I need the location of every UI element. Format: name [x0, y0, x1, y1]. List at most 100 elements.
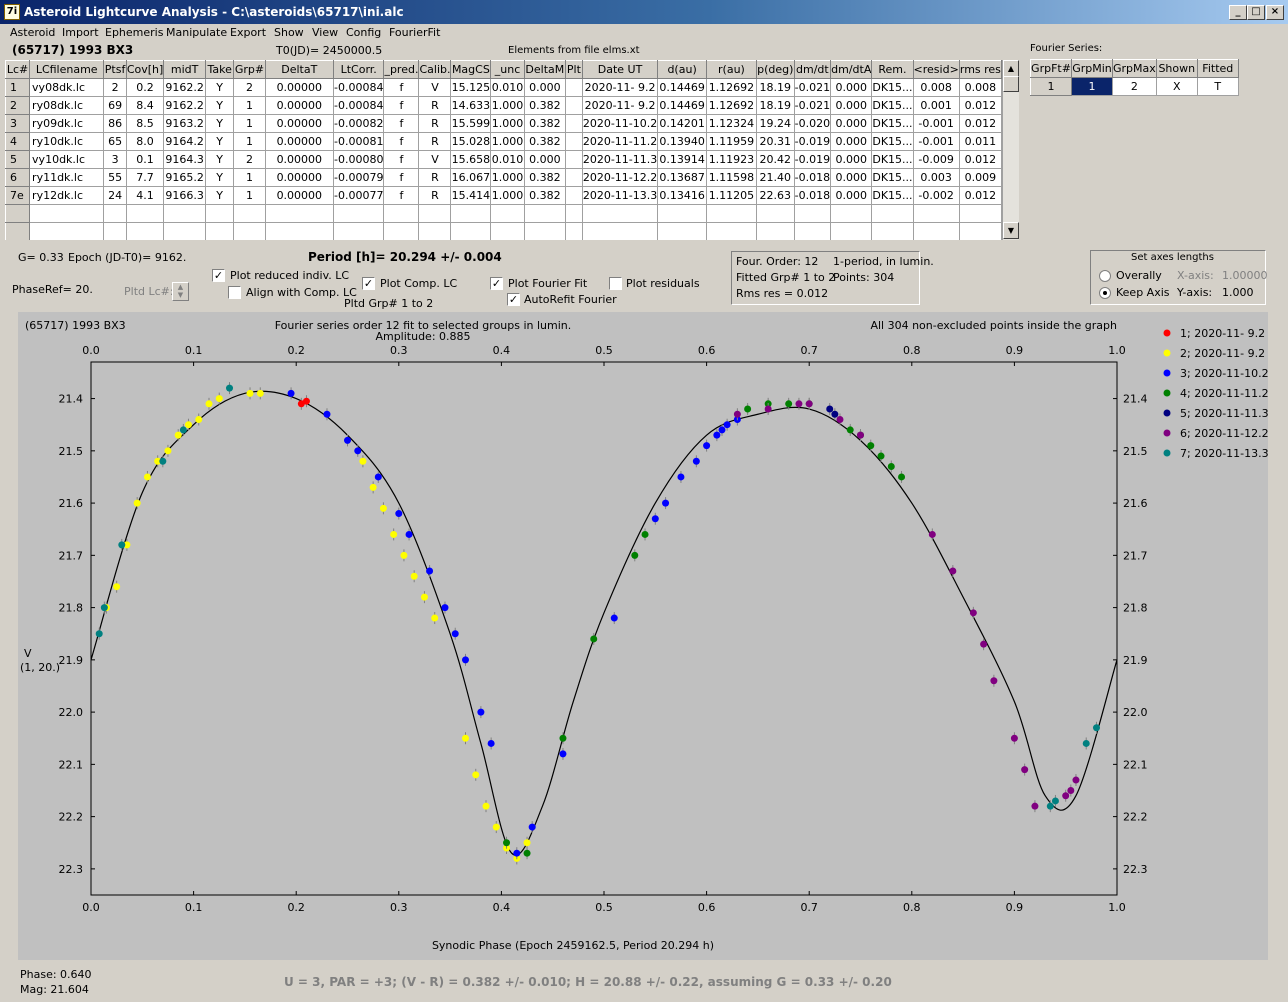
table-cell[interactable]: 1.11598	[705, 168, 757, 187]
table-cell[interactable]: 0.010	[490, 78, 525, 97]
table-cell[interactable]: f	[383, 96, 420, 115]
table-cell[interactable]: 69	[103, 96, 127, 115]
table-cell[interactable]: ry10dk.lc	[29, 132, 105, 151]
maximize-button[interactable]: □	[1247, 5, 1265, 20]
table-cell[interactable]: 18.19	[755, 96, 795, 115]
table-cell[interactable]: 0.012	[958, 114, 1002, 133]
table-cell[interactable]: 0.14469	[657, 96, 707, 115]
table-cell[interactable]: 0.000	[523, 150, 566, 169]
table-cell[interactable]: R	[418, 114, 452, 133]
table-cell[interactable]	[564, 168, 583, 187]
overally-radio[interactable]	[1099, 270, 1111, 282]
table-cell[interactable]: 1.11959	[705, 132, 757, 151]
table-cell[interactable]: -0.00079	[332, 168, 385, 187]
table-row[interactable]: 1 vy08dk.lc 2 0.2 9162.2 Y 2 0.00000 -0.00084 f V 1…	[5, 78, 1002, 97]
col-header[interactable]: Lc#	[5, 60, 31, 79]
row-header[interactable]: 1	[5, 78, 31, 97]
col-header[interactable]: Grp#	[233, 60, 266, 79]
col-header[interactable]: d(au)	[657, 60, 707, 79]
table-cell[interactable]: -0.001	[912, 114, 960, 133]
table-cell[interactable]: vy08dk.lc	[29, 78, 105, 97]
table-row[interactable]: 5 vy10dk.lc 3 0.1 9164.3 Y 2 0.00000 -0.00080 f V 1…	[5, 150, 1002, 169]
table-cell[interactable]: 15.125	[450, 78, 492, 97]
table-cell[interactable]: 0.003	[912, 168, 960, 187]
table-cell[interactable]: 0.000	[830, 114, 873, 133]
table-cell[interactable]: 15.414	[450, 186, 492, 205]
fourier-cell-fitted[interactable]: T	[1196, 77, 1239, 96]
col-header[interactable]: Date UT	[581, 60, 659, 79]
table-cell[interactable]: 0.000	[830, 168, 873, 187]
table-cell[interactable]: 0.13914	[657, 150, 707, 169]
table-cell[interactable]: 0.000	[523, 78, 566, 97]
table-cell[interactable]: 0.14201	[657, 114, 707, 133]
table-cell[interactable]: 0.000	[830, 150, 873, 169]
table-cell[interactable]: V	[418, 78, 452, 97]
table-cell[interactable]	[564, 150, 583, 169]
table-cell[interactable]: 2020-11-11.3	[581, 150, 659, 169]
row-header[interactable]: 4	[5, 132, 31, 151]
table-cell[interactable]: DK15...	[871, 132, 914, 151]
table-cell[interactable]: 9164.3	[163, 150, 206, 169]
table-cell[interactable]: 8.4	[125, 96, 165, 115]
table-cell[interactable]: 24	[103, 186, 127, 205]
table-cell[interactable]: f	[383, 186, 420, 205]
table-cell[interactable]: Y	[204, 96, 235, 115]
table-cell[interactable]: 9162.2	[163, 78, 206, 97]
plot-fourier-checkbox[interactable]: ✓	[490, 277, 503, 290]
table-cell[interactable]: -0.00077	[332, 186, 385, 205]
pltd-lc-spinner[interactable]: ▲ ▼	[172, 282, 189, 301]
table-cell[interactable]: f	[383, 132, 420, 151]
table-cell[interactable]: ry12dk.lc	[29, 186, 105, 205]
table-cell[interactable]: R	[418, 132, 452, 151]
table-cell[interactable]: -0.018	[793, 186, 832, 205]
table-cell[interactable]: 0.382	[523, 132, 566, 151]
table-cell[interactable]: 2	[103, 78, 127, 97]
menu-import[interactable]: Import	[62, 26, 99, 39]
table-row[interactable]: 2 ry08dk.lc 69 8.4 9162.2 Y 1 0.00000 -0.00084 f R…	[5, 96, 1002, 115]
table-cell[interactable]: f	[383, 78, 420, 97]
col-header[interactable]: r(au)	[705, 60, 757, 79]
table-cell[interactable]: f	[383, 114, 420, 133]
col-header[interactable]: _pred.	[383, 60, 420, 79]
table-cell[interactable]: 3	[103, 150, 127, 169]
table-cell[interactable]: 0.14469	[657, 78, 707, 97]
keep-axis-radio[interactable]	[1099, 287, 1111, 299]
table-cell[interactable]: 4.1	[125, 186, 165, 205]
align-comp-checkbox[interactable]	[228, 286, 241, 299]
scroll-down-button[interactable]: ▼	[1003, 222, 1019, 239]
minimize-button[interactable]: _	[1229, 5, 1247, 20]
table-cell[interactable]: 0.008	[912, 78, 960, 97]
table-cell[interactable]: 86	[103, 114, 127, 133]
table-cell[interactable]: 1.000	[490, 186, 525, 205]
menu-view[interactable]: View	[312, 26, 338, 39]
col-header[interactable]: <resid>	[912, 60, 960, 79]
table-cell[interactable]: 2020-11-12.2	[581, 168, 659, 187]
close-button[interactable]: ×	[1266, 5, 1284, 20]
table-cell[interactable]: -0.001	[912, 132, 960, 151]
table-cell[interactable]: 1	[233, 168, 266, 187]
table-cell[interactable]: DK15...	[871, 150, 914, 169]
table-cell[interactable]: 16.067	[450, 168, 492, 187]
row-header[interactable]: 5	[5, 150, 31, 169]
plot-comp-checkbox[interactable]: ✓	[362, 277, 375, 290]
scroll-thumb[interactable]	[1003, 76, 1019, 92]
table-cell[interactable]: 1	[233, 114, 266, 133]
col-header[interactable]: Rem.	[871, 60, 914, 79]
table-cell[interactable]: Y	[204, 78, 235, 97]
lightcurve-plot[interactable]: (65717) 1993 BX3 Fourier series order 12…	[18, 312, 1269, 960]
table-cell[interactable]: 2020-11- 9.2	[581, 78, 659, 97]
table-cell[interactable]: 0.000	[830, 132, 873, 151]
table-cell[interactable]: 18.19	[755, 78, 795, 97]
table-cell[interactable]: 0.00000	[264, 78, 334, 97]
table-cell[interactable]: 0.2	[125, 78, 165, 97]
col-header[interactable]: dm/dtA	[830, 60, 873, 79]
table-cell[interactable]: 0.011	[958, 132, 1002, 151]
table-cell[interactable]: 0.00000	[264, 186, 334, 205]
x-axis-value[interactable]: 1.00000	[1222, 269, 1268, 282]
table-cell[interactable]: DK15...	[871, 114, 914, 133]
table-cell[interactable]: 0.00000	[264, 150, 334, 169]
row-header[interactable]: 7e	[5, 186, 31, 205]
table-cell[interactable]: -0.020	[793, 114, 832, 133]
table-cell[interactable]: 0.012	[958, 96, 1002, 115]
col-header[interactable]: Cov[h]	[125, 60, 165, 79]
